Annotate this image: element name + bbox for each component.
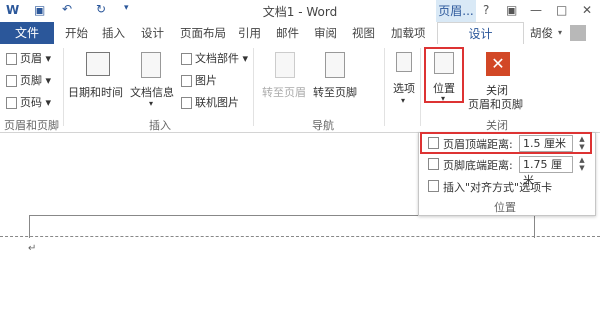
help-button[interactable]: ? [483, 3, 489, 17]
tab-file[interactable]: 文件 [0, 22, 54, 44]
header-separator [0, 236, 600, 237]
goto-header-icon [275, 52, 295, 78]
goto-footer-button[interactable]: 转至页脚 [313, 84, 357, 100]
online-picture-label: 联机图片 [195, 96, 239, 109]
group-divider [420, 48, 421, 126]
close-icon: ✕ [486, 52, 510, 76]
group-divider [384, 48, 385, 126]
maximize-button[interactable]: □ [556, 3, 567, 17]
options-icon [396, 52, 412, 72]
user-dropdown-icon[interactable]: ▾ [558, 28, 562, 37]
calendar-icon [86, 52, 110, 76]
header-top-distance-input[interactable]: 1.5 厘米 [519, 135, 573, 152]
header-region[interactable] [29, 215, 535, 238]
online-picture-icon [181, 97, 192, 109]
paragraph-mark: ↵ [28, 243, 37, 254]
doc-parts-button[interactable]: 文档部件 ▾ [181, 50, 248, 66]
tab-mailings[interactable]: 邮件 [276, 22, 299, 44]
page-number-button[interactable]: 页码 ▾ [6, 94, 51, 110]
header-button[interactable]: 页眉 ▾ [6, 50, 51, 66]
tab-header-footer-design[interactable]: 设计 [437, 22, 524, 44]
options-dropdown-icon[interactable]: ▾ [401, 96, 405, 105]
tab-references[interactable]: 引用 [238, 22, 261, 44]
footer-bottom-label: 页脚底端距离: [443, 159, 513, 172]
document-info-icon [141, 52, 161, 78]
picture-button[interactable]: 图片 [181, 72, 217, 88]
tab-view[interactable]: 视图 [352, 22, 375, 44]
options-button[interactable]: 选项 [393, 80, 415, 96]
doc-parts-label: 文档部件 [195, 52, 239, 65]
position-icon [434, 52, 454, 74]
group-divider [253, 48, 254, 126]
group-label-insert: 插入 [149, 119, 171, 132]
picture-label: 图片 [195, 74, 217, 87]
document-info-dropdown-icon[interactable]: ▾ [149, 99, 153, 108]
tab-home[interactable]: 开始 [65, 22, 88, 44]
group-divider [63, 48, 64, 126]
footer-button[interactable]: 页脚 ▾ [6, 72, 51, 88]
position-dropdown-icon: ▾ [441, 94, 446, 103]
footer-label: 页脚 [20, 74, 42, 87]
avatar[interactable] [570, 25, 586, 41]
header-icon [6, 53, 17, 65]
footer-icon [6, 75, 17, 87]
goto-footer-icon [325, 52, 345, 78]
tab-addins[interactable]: 加载项 [391, 22, 426, 44]
footer-bottom-icon [428, 158, 439, 170]
tab-page-layout[interactable]: 页面布局 [180, 22, 226, 44]
picture-icon [181, 75, 192, 87]
close-window-button[interactable]: ✕ [582, 3, 592, 17]
footer-bottom-distance-input[interactable]: 1.75 厘米 [519, 156, 573, 187]
header-top-label: 页眉顶端距离: [443, 138, 513, 151]
insert-align-tab-button[interactable]: 插入"对齐方式"选项卡 [443, 179, 552, 195]
group-label-position: 位置 [494, 201, 516, 214]
tab-insert[interactable]: 插入 [102, 22, 125, 44]
insert-align-tab-icon [428, 180, 439, 192]
footer-bottom-spinner[interactable]: ▲ ▼ [576, 156, 588, 172]
group-label-close: 关闭 [486, 119, 508, 132]
header-top-spinner[interactable]: ▲ ▼ [576, 135, 588, 151]
group-label-navigation: 导航 [312, 119, 334, 132]
header-top-icon [428, 137, 439, 149]
minimize-button[interactable]: — [530, 3, 542, 17]
user-name[interactable]: 胡俊 [530, 25, 553, 41]
group-label-header-footer: 页眉和页脚 [4, 119, 59, 132]
ribbon-display-options-icon[interactable]: ▣ [506, 3, 517, 17]
document-info-button[interactable]: 文档信息 [130, 84, 174, 100]
page-number-icon [6, 97, 17, 109]
goto-header-button[interactable]: 转至页眉 [262, 84, 306, 100]
tab-review[interactable]: 审阅 [314, 22, 337, 44]
doc-parts-icon [181, 53, 192, 65]
header-footer-tools-context-tab: 页眉... [436, 0, 476, 22]
online-picture-button[interactable]: 联机图片 [181, 94, 239, 110]
close-header-footer-button[interactable]: 页眉和页脚 [468, 96, 523, 112]
date-time-button[interactable]: 日期和时间 [68, 84, 123, 100]
tab-design[interactable]: 设计 [141, 22, 164, 44]
page-number-label: 页码 [20, 96, 42, 109]
header-label: 页眉 [20, 52, 42, 65]
